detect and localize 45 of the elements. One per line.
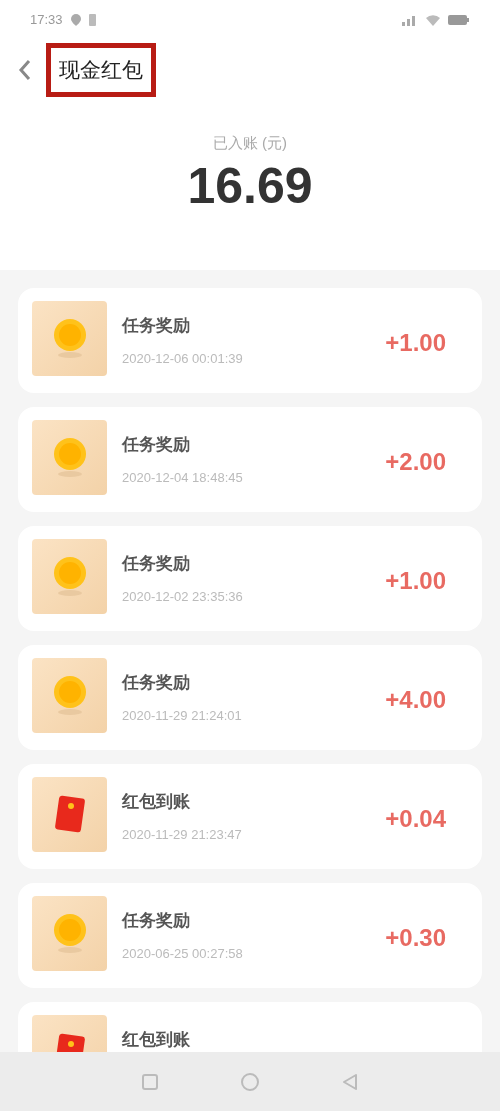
sim-icon [88,14,96,26]
balance-label: 已入账 (元) [212,133,288,153]
record-amount: +1.00 [385,566,446,596]
record-title: 任务奖励 [122,553,191,575]
record-card[interactable]: 任务奖励 2020-12-06 00:01:39 +1.00 [18,288,482,393]
record-title: 任务奖励 [122,434,191,456]
record-title: 任务奖励 [122,910,191,932]
battery-icon [448,14,470,26]
record-card[interactable]: 红包到账 2020-11-29 21:23:47 +0.04 [18,764,482,869]
status-time: 17:33 [30,11,63,30]
record-amount: +0.04 [385,804,446,834]
record-time: 2020-12-02 23:35:36 [122,587,244,606]
coin-icon [32,658,107,733]
record-amount: +1.00 [385,328,446,358]
page-title: 现金红包 [46,43,156,97]
recent-apps-icon[interactable] [140,1072,159,1091]
record-time: 2020-12-06 00:01:39 [122,349,244,368]
envelope-icon [32,777,107,852]
record-time: 2020-06-25 00:27:58 [122,944,244,963]
record-title: 任务奖励 [122,672,191,694]
record-title: 红包到账 [122,791,191,813]
home-icon[interactable] [240,1071,260,1092]
coin-icon [32,896,107,971]
signal-icon [402,14,418,26]
record-time: 2020-11-29 21:24:01 [122,706,243,725]
back-icon[interactable] [18,59,32,81]
record-amount: +2.00 [385,447,446,477]
location-icon [70,14,81,26]
balance-amount: 16.69 [187,156,313,216]
record-card[interactable]: 任务奖励 2020-12-02 23:35:36 +1.00 [18,526,482,631]
record-time: 2020-12-04 18:48:45 [122,468,244,487]
record-card[interactable]: 任务奖励 2020-11-29 21:24:01 +4.00 [18,645,482,750]
record-amount: +0.30 [385,923,446,953]
record-card[interactable]: 任务奖励 2020-06-25 00:27:58 +0.30 [18,883,482,988]
coin-icon [32,420,107,495]
record-title: 任务奖励 [122,315,191,337]
wifi-icon [426,14,440,26]
record-card[interactable]: 任务奖励 2020-12-04 18:48:45 +2.00 [18,407,482,512]
record-title: 红包到账 [122,1029,191,1051]
record-card[interactable]: 红包到账 [18,1002,482,1052]
record-amount: +4.00 [385,685,446,715]
record-time: 2020-11-29 21:23:47 [122,825,243,844]
coin-icon [32,301,107,376]
back-nav-icon[interactable] [341,1072,360,1091]
coin-icon [32,539,107,614]
